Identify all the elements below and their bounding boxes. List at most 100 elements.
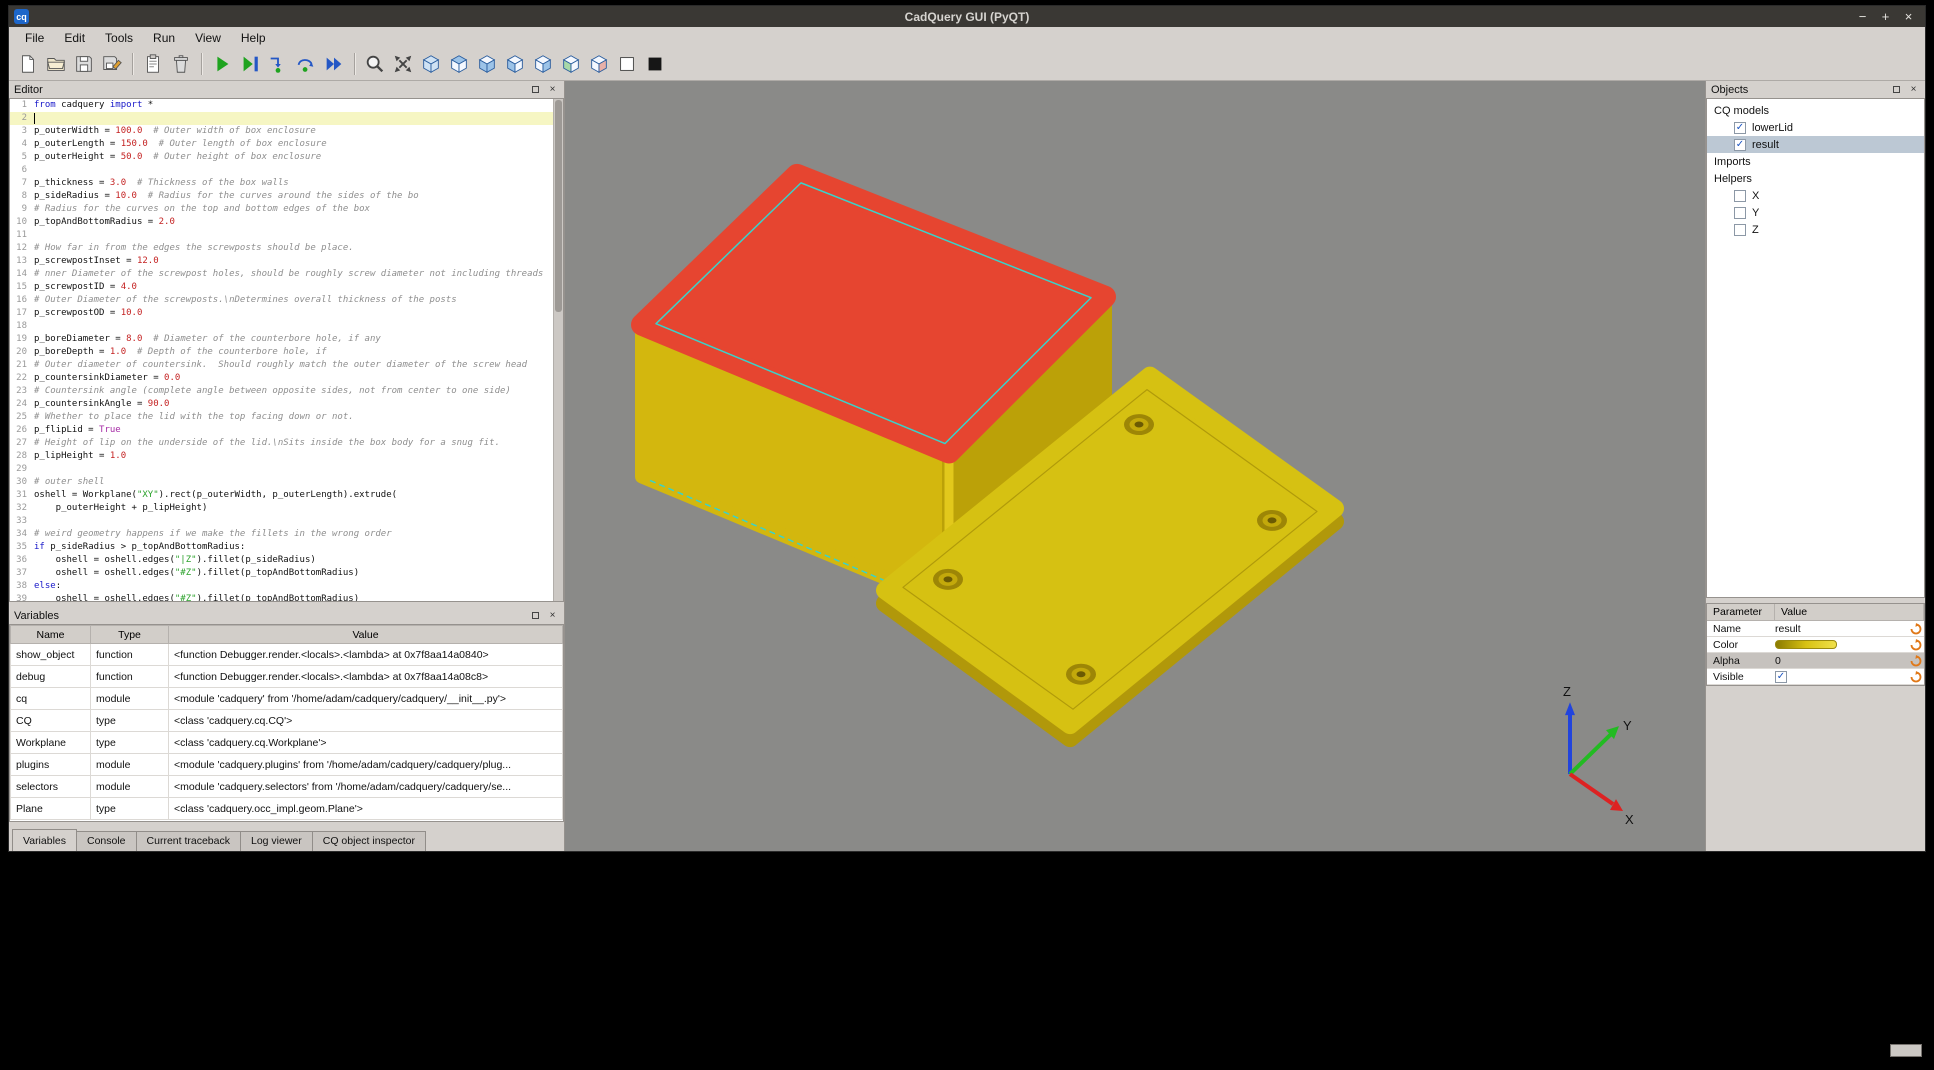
code-line[interactable]: 10p_topAndBottomRadius = 2.0 [10,216,563,229]
checkbox[interactable] [1775,671,1787,683]
tree-item-z[interactable]: Z [1707,221,1924,238]
delete-button[interactable] [167,50,195,78]
viewport-scene[interactable]: Z Y X [565,81,1705,851]
code-line[interactable]: 9# Radius for the curves on the top and … [10,203,563,216]
code-line[interactable]: 6 [10,164,563,177]
code-line[interactable]: 38else: [10,580,563,593]
tab-current-traceback[interactable]: Current traceback [136,831,241,851]
menu-run[interactable]: Run [143,29,185,47]
code-line[interactable]: 13p_screwpostInset = 12.0 [10,255,563,268]
save-as-button[interactable] [98,50,126,78]
reset-button[interactable] [1908,638,1924,652]
stop-button[interactable] [641,50,669,78]
view-left-button[interactable] [501,50,529,78]
code-line[interactable]: 23# Countersink angle (complete angle be… [10,385,563,398]
code-line[interactable]: 32 p_outerHeight + p_lipHeight) [10,502,563,515]
tree-group-imports[interactable]: Imports [1707,153,1924,170]
tree-item-x[interactable]: X [1707,187,1924,204]
reset-button[interactable] [1908,654,1924,668]
code-line[interactable]: 21# Outer diameter of countersink. Shoul… [10,359,563,372]
table-row[interactable]: CQtype<class 'cadquery.cq.CQ'> [11,710,563,732]
variables-close-button[interactable]: × [546,609,559,622]
parameter-value[interactable] [1775,671,1908,683]
menu-help[interactable]: Help [231,29,276,47]
editor-float-button[interactable] [529,83,542,96]
tab-variables[interactable]: Variables [12,829,77,851]
code-line[interactable]: 30# outer shell [10,476,563,489]
code-line[interactable]: 1from cadquery import * [10,99,563,112]
variables-float-button[interactable] [529,609,542,622]
menu-edit[interactable]: Edit [54,29,95,47]
table-row[interactable]: debugfunction<function Debugger.render.<… [11,666,563,688]
menu-tools[interactable]: Tools [95,29,143,47]
tab-log-viewer[interactable]: Log viewer [240,831,313,851]
checkbox[interactable] [1734,224,1746,236]
code-line[interactable]: 36 oshell = oshell.edges("|Z").fillet(p_… [10,554,563,567]
code-line[interactable]: 12# How far in from the edges the screwp… [10,242,563,255]
parameter-value[interactable]: result [1775,623,1908,635]
code-line[interactable]: 35if p_sideRadius > p_topAndBottomRadius… [10,541,563,554]
code-line[interactable]: 14# nner Diameter of the screwpost holes… [10,268,563,281]
code-line[interactable]: 31oshell = Workplane("XY").rect(p_outerW… [10,489,563,502]
code-line[interactable]: 16# Outer Diameter of the screwposts.\nD… [10,294,563,307]
step-over-button[interactable] [292,50,320,78]
table-row[interactable]: Workplanetype<class 'cadquery.cq.Workpla… [11,732,563,754]
title-bar[interactable]: cq CadQuery GUI (PyQT) − + × [9,6,1925,27]
color-swatch[interactable] [1775,640,1837,649]
code-line[interactable]: 4p_outerLength = 150.0 # Outer length of… [10,138,563,151]
clipboard-button[interactable] [139,50,167,78]
code-line[interactable]: 5p_outerHeight = 50.0 # Outer height of … [10,151,563,164]
tab-console[interactable]: Console [76,831,137,851]
zoom-button[interactable] [361,50,389,78]
table-row[interactable]: show_objectfunction<function Debugger.re… [11,644,563,666]
view-back-button[interactable] [585,50,613,78]
code-editor[interactable]: 1from cadquery import *23p_outerWidth = … [9,98,564,602]
new-file-button[interactable] [14,50,42,78]
objects-close-button[interactable]: × [1907,83,1920,96]
code-line[interactable]: 37 oshell = oshell.edges("#Z").fillet(p_… [10,567,563,580]
viewport-3d[interactable]: Z Y X [565,81,1706,851]
view-front-button[interactable] [557,50,585,78]
code-line[interactable]: 39 oshell = oshell.edges("#Z").fillet(p_… [10,593,563,602]
objects-float-button[interactable] [1890,83,1903,96]
tree-group-helpers[interactable]: Helpers [1707,170,1924,187]
code-line[interactable]: 19p_boreDiameter = 8.0 # Diameter of the… [10,333,563,346]
editor-scrollbar-thumb[interactable] [555,100,562,312]
reset-button[interactable] [1908,622,1924,636]
code-line[interactable]: 34# weird geometry happens if we make th… [10,528,563,541]
table-row[interactable]: pluginsmodule<module 'cadquery.plugins' … [11,754,563,776]
editor-close-button[interactable]: × [546,83,559,96]
tree-item-result[interactable]: result [1707,136,1924,153]
minimize-button[interactable]: − [1854,8,1871,25]
parameter-value[interactable]: 0 [1775,655,1908,667]
table-row[interactable]: Planetype<class 'cadquery.occ_impl.geom.… [11,798,563,820]
save-button[interactable] [70,50,98,78]
code-line[interactable]: 22p_countersinkDiameter = 0.0 [10,372,563,385]
tab-cq-object-inspector[interactable]: CQ object inspector [312,831,426,851]
tree-item-lowerlid[interactable]: lowerLid [1707,119,1924,136]
reset-button[interactable] [1908,670,1924,684]
code-line[interactable]: 8p_sideRadius = 10.0 # Radius for the cu… [10,190,563,203]
parameter-value[interactable] [1775,640,1908,649]
column-header-value[interactable]: Value [169,626,563,644]
continue-button[interactable] [320,50,348,78]
fit-view-button[interactable] [389,50,417,78]
column-header-name[interactable]: Name [11,626,91,644]
code-line[interactable]: 20p_boreDepth = 1.0 # Depth of the count… [10,346,563,359]
menu-view[interactable]: View [185,29,231,47]
view-bottom-button[interactable] [473,50,501,78]
checkbox[interactable] [1734,139,1746,151]
code-line[interactable]: 17p_screwpostOD = 10.0 [10,307,563,320]
debug-button[interactable] [236,50,264,78]
editor-scrollbar[interactable] [553,99,563,601]
render-button[interactable] [208,50,236,78]
checkbox[interactable] [1734,122,1746,134]
code-line[interactable]: 2 [10,112,563,125]
tree-group-cq-models[interactable]: CQ models [1707,102,1924,119]
maximize-button[interactable]: + [1877,8,1894,25]
code-line[interactable]: 3p_outerWidth = 100.0 # Outer width of b… [10,125,563,138]
step-into-button[interactable] [264,50,292,78]
column-header-type[interactable]: Type [91,626,169,644]
view-top-button[interactable] [445,50,473,78]
code-line[interactable]: 7p_thickness = 3.0 # Thickness of the bo… [10,177,563,190]
